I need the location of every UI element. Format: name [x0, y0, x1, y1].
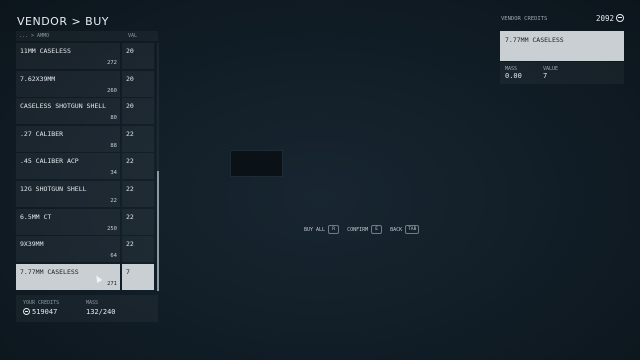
- item-value-cell[interactable]: 22: [122, 153, 154, 180]
- vendor-credits-value: 2092: [596, 14, 624, 23]
- item-value-cell[interactable]: 7: [122, 263, 154, 290]
- item-list: ... > AMMO VAL 11MM CASELESS 272 20 7.62X39…: [16, 31, 158, 290]
- list-item[interactable]: 7.62X39MM 260 20: [16, 70, 156, 97]
- item-value-cell[interactable]: 20: [122, 43, 154, 69]
- item-quantity: 260: [107, 87, 117, 94]
- item-value: 7: [126, 267, 130, 276]
- player-status-footer: YOUR CREDITS 519047 MASS 132/240: [16, 295, 158, 322]
- item-detail-stats: MASS 0.00 VALUE 7: [500, 62, 624, 84]
- column-header-name[interactable]: ... > AMMO: [16, 31, 124, 41]
- buy-all-button[interactable]: BUY ALL R: [304, 225, 340, 234]
- item-value: 20: [126, 47, 134, 55]
- vendor-credits-label: VENDOR CREDITS: [501, 16, 548, 22]
- item-name-cell[interactable]: 6.5MM CT 250: [16, 208, 120, 235]
- item-name: 7.77MM CASELESS: [20, 267, 79, 276]
- list-item[interactable]: 12G SHOTGUN SHELL 22 22: [16, 181, 156, 207]
- item-detail-header: 7.77MM CASELESS: [500, 31, 624, 61]
- item-quantity: 88: [110, 142, 117, 149]
- item-quantity: 34: [110, 170, 117, 177]
- item-name: 11MM CASELESS: [20, 47, 71, 55]
- item-name-cell[interactable]: .45 CALIBER ACP 34: [16, 153, 120, 180]
- list-scrollbar[interactable]: [157, 43, 159, 291]
- item-quantity: 271: [107, 280, 117, 287]
- your-credits-value: 519047: [23, 308, 57, 316]
- item-value-cell[interactable]: 20: [122, 70, 154, 97]
- credits-icon: [23, 308, 30, 315]
- list-item[interactable]: 11MM CASELESS 272 20: [16, 43, 156, 69]
- column-header-value[interactable]: VAL: [124, 31, 158, 41]
- item-value-cell[interactable]: 22: [122, 236, 154, 263]
- mass-value: 132/240: [86, 308, 116, 316]
- credits-icon: [616, 14, 624, 22]
- item-value: 20: [126, 102, 134, 111]
- list-item[interactable]: .45 CALIBER ACP 34 22: [16, 153, 156, 180]
- item-value: 22: [126, 129, 134, 138]
- item-name: .45 CALIBER ACP: [20, 157, 79, 166]
- item-value: 20: [126, 74, 134, 83]
- list-item[interactable]: 9X39MM 64 22: [16, 236, 156, 263]
- item-name: 7.62X39MM: [20, 74, 56, 83]
- item-value: 22: [126, 240, 134, 249]
- item-name-cell[interactable]: CASELESS SHOTGUN SHELL 80: [16, 98, 120, 125]
- key-hint-tab: TAB: [405, 225, 420, 234]
- item-value-cell[interactable]: 22: [122, 125, 154, 152]
- action-bar: BUY ALL R CONFIRM E BACK TAB: [304, 225, 423, 234]
- item-name-cell[interactable]: 7.62X39MM 260: [16, 70, 120, 97]
- list-item[interactable]: 6.5MM CT 250 22: [16, 208, 156, 235]
- item-quantity: 80: [110, 115, 117, 122]
- back-button[interactable]: BACK TAB: [390, 225, 420, 234]
- item-name-cell[interactable]: 7.77MM CASELESS 271: [16, 263, 120, 290]
- item-value-cell[interactable]: 22: [122, 208, 154, 235]
- detail-value-value: 7: [543, 72, 548, 80]
- item-value: 22: [126, 157, 134, 166]
- scrollbar-thumb[interactable]: [157, 171, 159, 291]
- item-value: 22: [126, 212, 134, 221]
- list-item[interactable]: 7.77MM CASELESS 271 7: [16, 263, 156, 290]
- key-hint-r: R: [328, 225, 340, 234]
- item-name-cell[interactable]: 12G SHOTGUN SHELL 22: [16, 181, 120, 207]
- item-detail-name: 7.77MM CASELESS: [505, 36, 564, 44]
- item-preview: [230, 150, 283, 177]
- item-value: 22: [126, 185, 134, 193]
- item-name: 9X39MM: [20, 240, 44, 249]
- mass-label: MASS: [86, 300, 99, 306]
- your-credits-label: YOUR CREDITS: [23, 300, 60, 306]
- item-quantity: 250: [107, 225, 117, 232]
- item-name-cell[interactable]: 9X39MM 64: [16, 236, 120, 263]
- list-header: ... > AMMO VAL: [16, 31, 158, 41]
- key-hint-e: E: [371, 225, 383, 234]
- item-name: .27 CALIBER: [20, 129, 64, 138]
- item-quantity: 22: [110, 198, 117, 204]
- item-name: 12G SHOTGUN SHELL: [20, 185, 87, 193]
- list-item[interactable]: .27 CALIBER 88 22: [16, 125, 156, 152]
- item-name: 6.5MM CT: [20, 212, 52, 221]
- page-title: VENDOR > BUY: [17, 15, 110, 28]
- item-name-cell[interactable]: 11MM CASELESS 272: [16, 43, 120, 69]
- item-quantity: 64: [110, 253, 117, 260]
- item-value-cell[interactable]: 22: [122, 181, 154, 207]
- item-value-cell[interactable]: 20: [122, 98, 154, 125]
- detail-mass-value: 0.00: [505, 72, 522, 80]
- item-name-cell[interactable]: .27 CALIBER 88: [16, 125, 120, 152]
- item-name: CASELESS SHOTGUN SHELL: [20, 102, 107, 111]
- confirm-button[interactable]: CONFIRM E: [347, 225, 383, 234]
- list-item[interactable]: CASELESS SHOTGUN SHELL 80 20: [16, 98, 156, 125]
- item-quantity: 272: [107, 60, 117, 66]
